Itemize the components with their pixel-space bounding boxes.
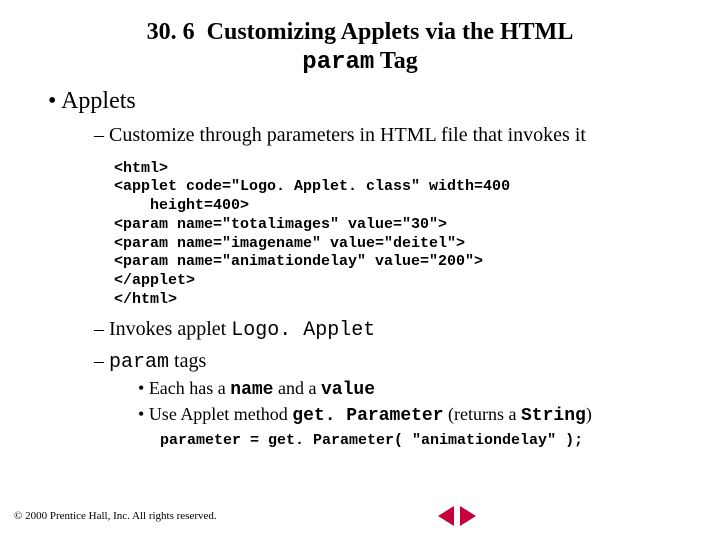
nav-arrows xyxy=(438,506,476,526)
each-a: Each has a xyxy=(149,378,230,398)
use-c: (returns a xyxy=(444,404,521,424)
use-d: String xyxy=(521,406,586,426)
bullet-invokes: Invokes applet Logo. Applet xyxy=(94,318,690,342)
next-arrow-icon[interactable] xyxy=(460,506,476,526)
bullet-customize-text: Customize through parameters in HTML fil… xyxy=(109,124,586,146)
bullet-applets-text: Applets xyxy=(61,88,136,114)
prev-arrow-icon[interactable] xyxy=(438,506,454,526)
use-e: ) xyxy=(586,404,592,424)
title-number: 30. 6 xyxy=(147,19,195,45)
bullet-use: Use Applet method get. Parameter (return… xyxy=(138,404,690,426)
bullet-applets: Applets xyxy=(48,88,690,115)
each-c: and a xyxy=(274,378,321,398)
code-line: parameter = get. Parameter( "animationde… xyxy=(160,432,690,449)
invokes-text: Invokes applet xyxy=(109,318,231,340)
invokes-code: Logo. Applet xyxy=(231,319,375,342)
title-code: param xyxy=(302,49,374,76)
each-d: value xyxy=(321,380,375,400)
use-a: Use Applet method xyxy=(149,404,292,424)
footer: © 2000 Prentice Hall, Inc. All rights re… xyxy=(14,506,706,526)
param-code: param xyxy=(109,351,169,374)
bullet-param-tags: param tags xyxy=(94,350,690,374)
slide-title: 30. 6 Customizing Applets via the HTML p… xyxy=(70,18,650,78)
use-b: get. Parameter xyxy=(292,406,443,426)
code-block: <html> <applet code="Logo. Applet. class… xyxy=(114,160,690,310)
title-text-a: Customizing Applets via the HTML xyxy=(207,19,574,45)
copyright-text: © 2000 Prentice Hall, Inc. All rights re… xyxy=(14,510,217,522)
title-text-b: Tag xyxy=(380,48,418,74)
bullet-customize: Customize through parameters in HTML fil… xyxy=(94,123,690,148)
each-b: name xyxy=(230,380,273,400)
param-text: tags xyxy=(169,350,206,372)
bullet-each: Each has a name and a value xyxy=(138,378,690,400)
